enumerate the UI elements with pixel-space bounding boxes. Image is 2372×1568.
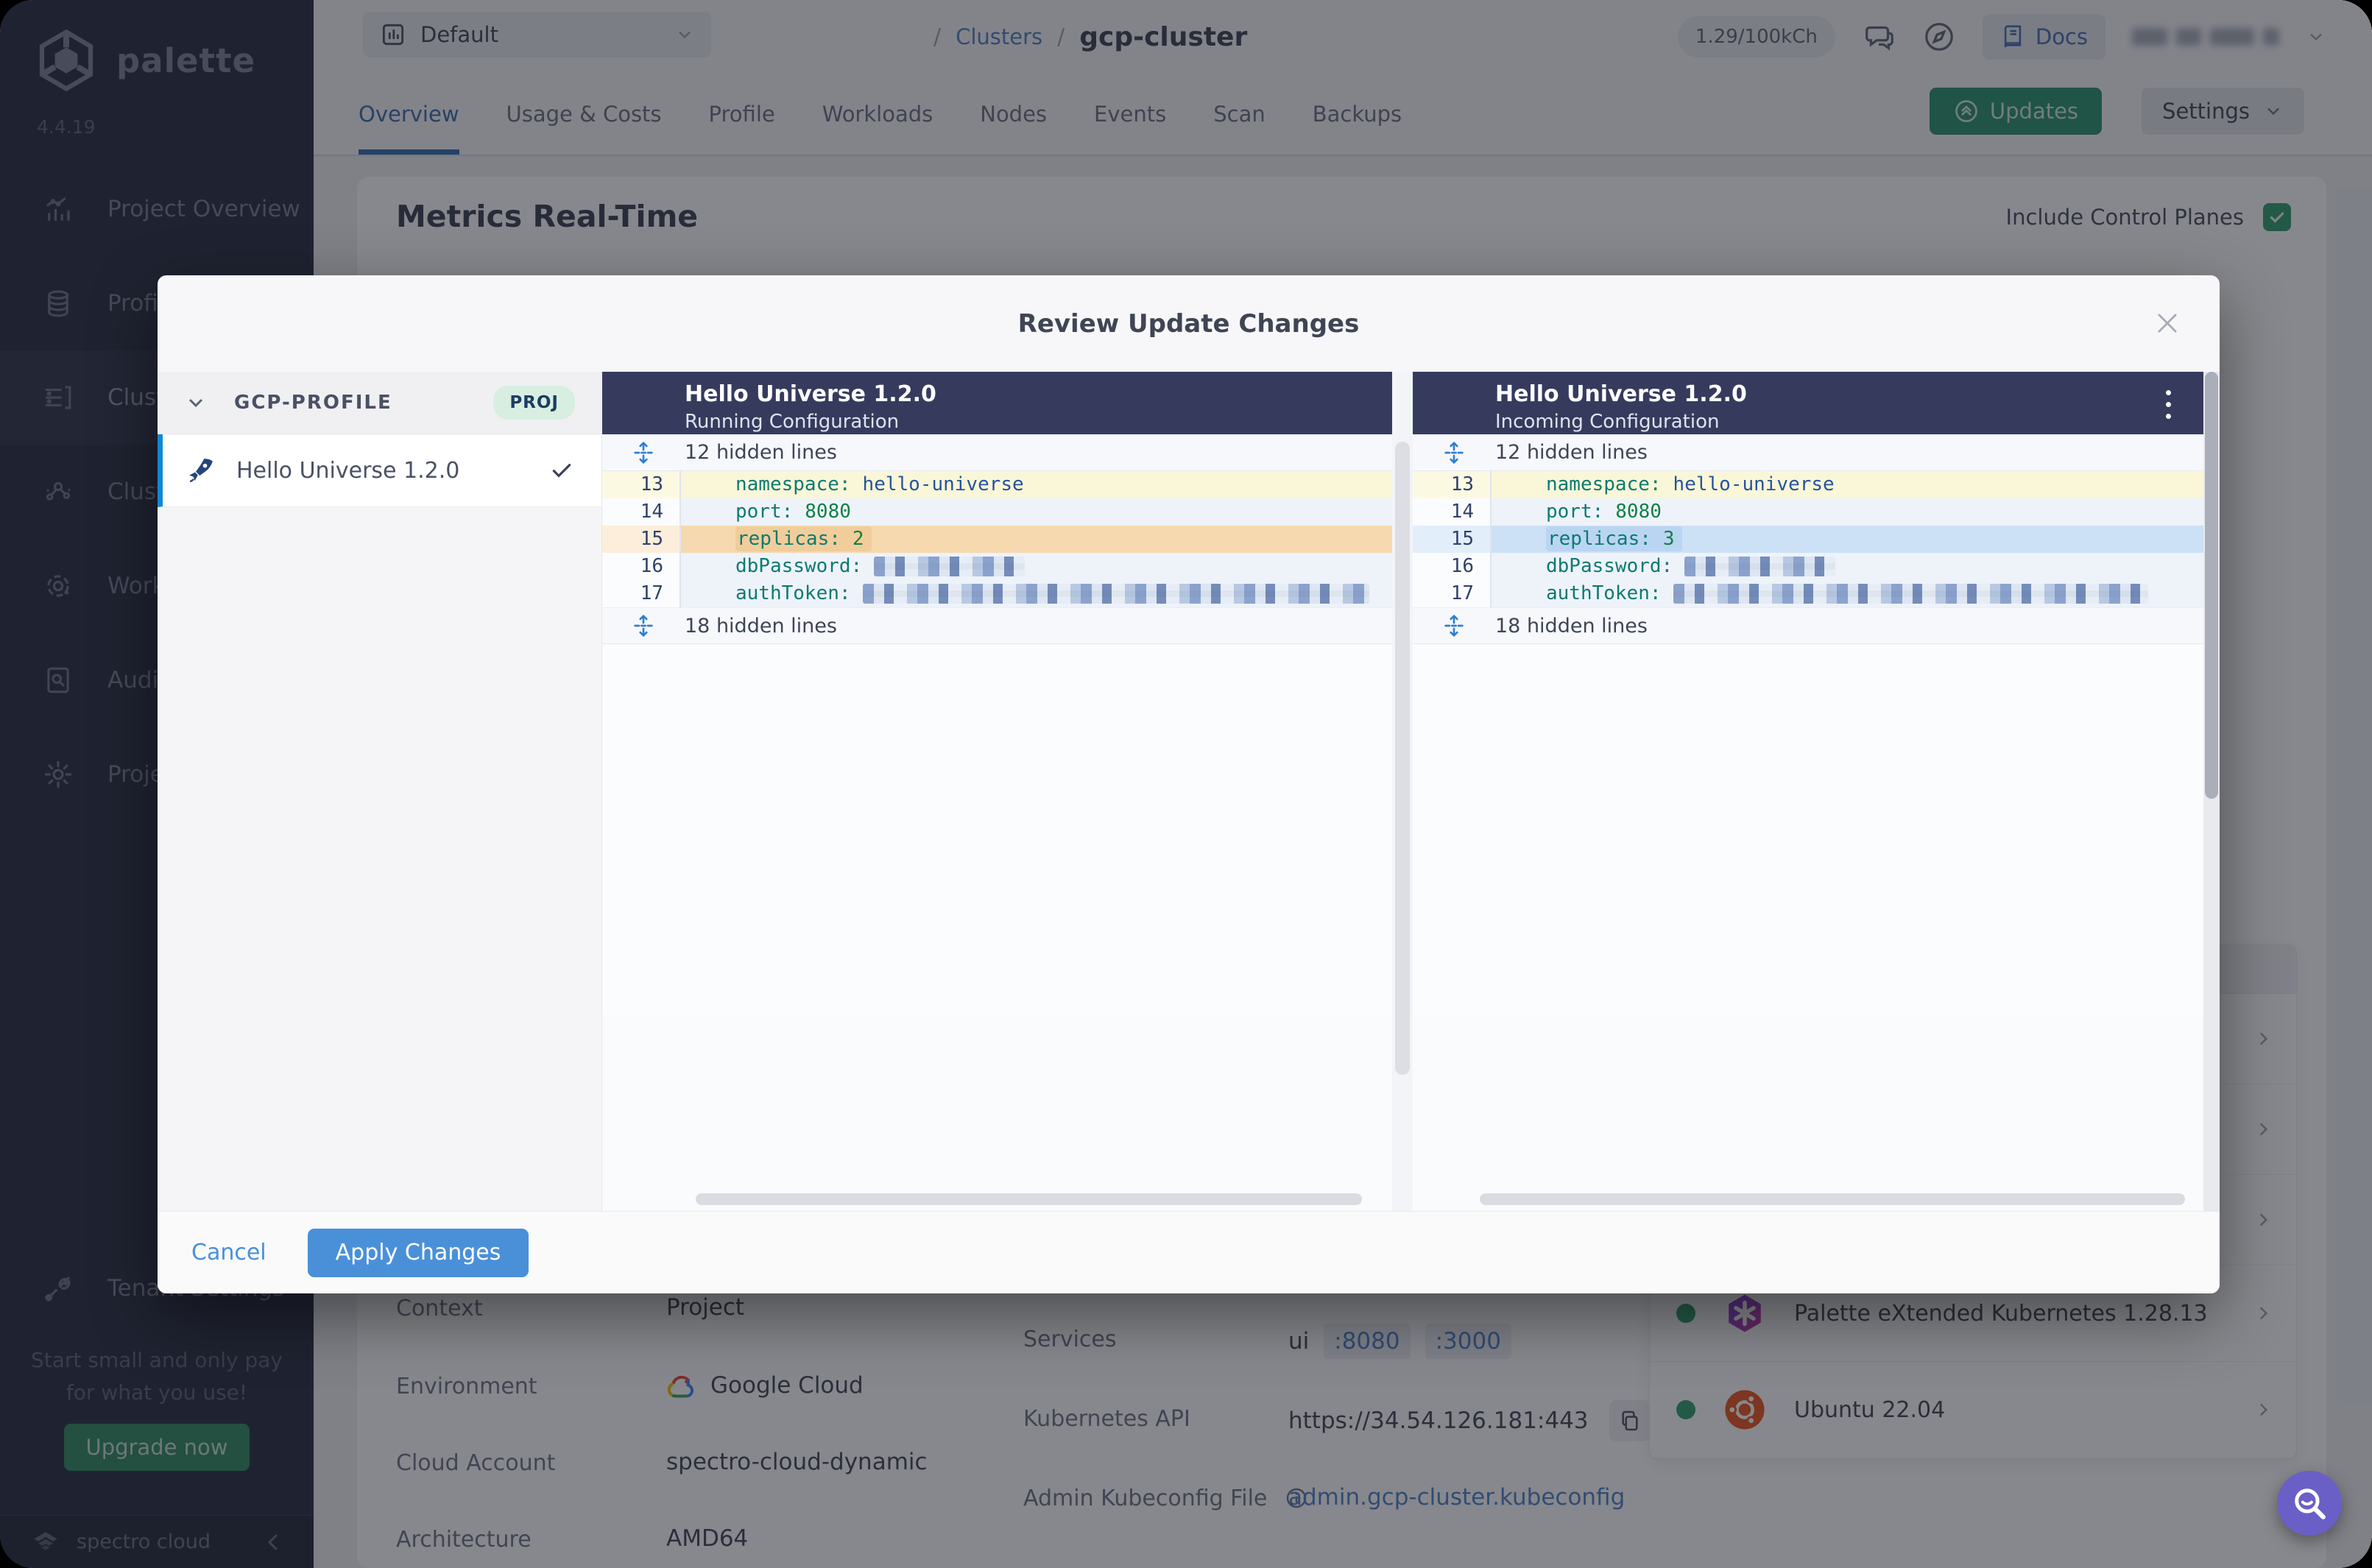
- code-text: namespace: hello-universe: [1492, 471, 2203, 498]
- line-number: 14: [602, 498, 681, 526]
- code-line: 16 dbPassword:: [602, 553, 1392, 580]
- pack-title: Hello Universe 1.2.0: [685, 381, 936, 407]
- code-line: 14 port: 8080: [1413, 498, 2203, 526]
- hidden-lines-label: 18 hidden lines: [685, 614, 837, 638]
- code-text: dbPassword:: [1492, 553, 2203, 580]
- code-line: 17 authToken:: [1413, 580, 2203, 607]
- search-fab-button[interactable]: [2277, 1471, 2342, 1536]
- kebab-menu-icon[interactable]: [2153, 386, 2183, 422]
- hidden-lines-label: 12 hidden lines: [685, 441, 837, 464]
- line-number: 15: [602, 526, 681, 553]
- code-text: namespace: hello-universe: [681, 471, 1392, 498]
- code-line: 16 dbPassword:: [1413, 553, 2203, 580]
- code-text: replicas: 3: [1492, 526, 2203, 553]
- scrollbar-thumb[interactable]: [1395, 442, 1410, 1075]
- modal-title: Review Update Changes: [1017, 308, 1360, 339]
- code-text: port: 8080: [1492, 498, 2203, 526]
- editor-empty-area: [602, 1014, 1392, 1211]
- rocket-icon: [189, 459, 213, 483]
- code-line-changed: 15 replicas: 2: [602, 526, 1392, 553]
- profile-item-hello-universe[interactable]: Hello Universe 1.2.0: [158, 434, 601, 507]
- line-number: 13: [1413, 471, 1492, 498]
- code-line: 14 port: 8080: [602, 498, 1392, 526]
- profile-group-name: GCP-PROFILE: [234, 392, 392, 414]
- line-number: 16: [1413, 553, 1492, 580]
- code-text: port: 8080: [681, 498, 1392, 526]
- profile-list-panel: GCP-PROFILE PROJ Hello Universe 1.2.0: [158, 372, 602, 1211]
- line-number: 17: [1413, 580, 1492, 607]
- line-number: 17: [602, 580, 681, 607]
- redacted-value: [862, 584, 1369, 604]
- unfold-icon: [634, 441, 653, 464]
- hidden-lines-expander[interactable]: 12 hidden lines: [1413, 434, 2203, 471]
- editor-empty-area: [1413, 1014, 2203, 1211]
- code-line: 17 authToken:: [602, 580, 1392, 607]
- unfold-icon: [1444, 615, 1464, 637]
- hidden-lines-label: 18 hidden lines: [1495, 614, 1648, 638]
- line-number: 16: [602, 553, 681, 580]
- diff-pane-header: Hello Universe 1.2.0 Running Configurati…: [602, 372, 1392, 434]
- diff-pane-incoming: Hello Universe 1.2.0 Incoming Configurat…: [1413, 372, 2203, 1211]
- magnifier-smile-icon: [2295, 1488, 2326, 1519]
- code-line-changed: 15 replicas: 3: [1413, 526, 2203, 553]
- close-icon[interactable]: [2153, 309, 2181, 337]
- diff-pane-running: Hello Universe 1.2.0 Running Configurati…: [602, 372, 1392, 1211]
- profile-item-name: Hello Universe 1.2.0: [236, 457, 460, 484]
- code-text: authToken:: [681, 580, 1392, 607]
- config-subtitle: Incoming Configuration: [1495, 411, 1720, 433]
- scrollbar-thumb[interactable]: [2205, 372, 2218, 799]
- unfold-icon: [634, 615, 653, 637]
- line-number: 14: [1413, 498, 1492, 526]
- app-window: palette 4.4.19 Project Overview Profiles…: [0, 0, 2372, 1568]
- modal-footer: Cancel Apply Changes: [158, 1211, 2220, 1293]
- line-number: 13: [602, 471, 681, 498]
- redacted-value: [874, 557, 1026, 576]
- code-text: dbPassword:: [681, 553, 1392, 580]
- diff-pane-header: Hello Universe 1.2.0 Incoming Configurat…: [1413, 372, 2203, 434]
- hidden-lines-label: 12 hidden lines: [1495, 441, 1648, 464]
- hidden-lines-expander[interactable]: 18 hidden lines: [1413, 607, 2203, 644]
- line-number: 15: [1413, 526, 1492, 553]
- chevron-down-icon: [188, 398, 203, 408]
- hidden-lines-expander[interactable]: 12 hidden lines: [602, 434, 1392, 471]
- redacted-value: [1673, 584, 2148, 604]
- hidden-lines-expander[interactable]: 18 hidden lines: [602, 607, 1392, 644]
- check-icon: [552, 464, 571, 478]
- config-subtitle: Running Configuration: [685, 411, 900, 433]
- apply-changes-button[interactable]: Apply Changes: [307, 1228, 529, 1277]
- cancel-button[interactable]: Cancel: [191, 1240, 267, 1265]
- code-line: 13 namespace: hello-universe: [1413, 471, 2203, 498]
- horizontal-scrollbar[interactable]: [696, 1193, 1362, 1205]
- diff-viewer: Hello Universe 1.2.0 Running Configurati…: [602, 372, 2220, 1211]
- vertical-scrollbar[interactable]: [1392, 372, 1413, 1211]
- horizontal-scrollbar[interactable]: [1480, 1193, 2185, 1205]
- modal-header: Review Update Changes: [158, 275, 2220, 372]
- scope-badge: PROJ: [493, 386, 575, 420]
- redacted-value: [1684, 557, 1836, 576]
- code-text: replicas: 2: [681, 526, 1392, 553]
- code-text: authToken:: [1492, 580, 2203, 607]
- code-line: 13 namespace: hello-universe: [602, 471, 1392, 498]
- pack-title: Hello Universe 1.2.0: [1495, 381, 1747, 407]
- profile-group-header[interactable]: GCP-PROFILE PROJ: [158, 372, 601, 434]
- review-update-changes-modal: Review Update Changes GCP-PROFILE PROJ H…: [158, 275, 2220, 1293]
- vertical-scrollbar[interactable]: [2203, 372, 2220, 1211]
- unfold-icon: [1444, 441, 1464, 464]
